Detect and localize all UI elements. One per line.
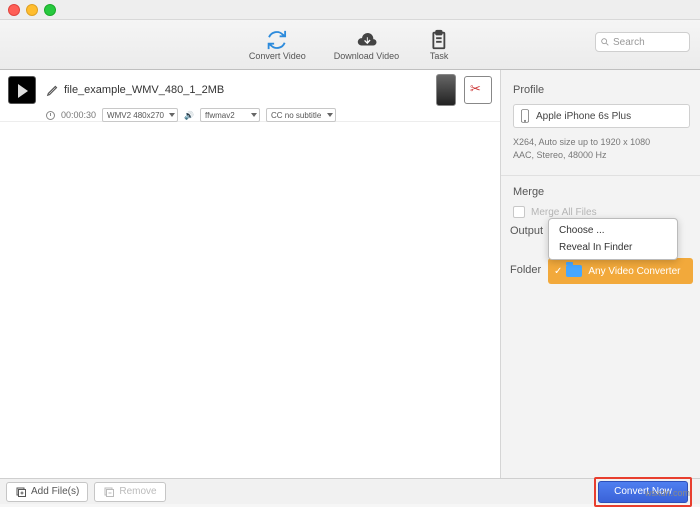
merge-label: Merge All Files [531,207,597,218]
checkbox-icon[interactable] [513,206,525,218]
search-icon [600,37,610,47]
play-thumbnail[interactable] [8,76,36,104]
video-edit-icon[interactable] [464,76,492,104]
output-folder-selected[interactable]: Any Video Converter [548,258,693,284]
codec-select[interactable]: WMV2 480x270 [102,108,178,122]
output-folder-name: Any Video Converter [588,266,680,277]
folder-label: Folder [510,264,541,276]
file-duration: 00:00:30 [61,110,96,120]
folder-icon [566,265,582,277]
search-placeholder: Search [613,37,645,48]
merge-title: Merge [513,186,690,198]
toolbar-download-video[interactable]: Download Video [334,29,399,61]
profile-select[interactable]: Apple iPhone 6s Plus [513,104,690,128]
audio-select[interactable]: ffwmav2 [200,108,260,122]
toolbar-task[interactable]: Task [427,29,451,61]
menu-reveal[interactable]: Reveal In Finder [549,239,677,256]
clock-icon [46,111,55,120]
toolbar-download-label: Download Video [334,51,399,61]
profile-value: Apple iPhone 6s Plus [536,111,631,122]
output-context-menu: Choose ... Reveal In Finder [548,218,678,260]
volume-icon [184,110,194,120]
search-input[interactable]: Search [595,32,690,52]
bottom-bar: Add File(s) Remove Convert Now [0,478,700,504]
profile-title: Profile [513,84,690,96]
remove-button[interactable]: Remove [94,482,165,502]
toolbar-task-label: Task [430,51,449,61]
add-files-button[interactable]: Add File(s) [6,482,88,502]
output-title: Output [510,225,543,237]
cloud-download-icon [354,29,378,51]
menu-choose[interactable]: Choose ... [549,222,677,239]
device-preview-icon[interactable] [436,74,456,106]
clipboard-icon [427,29,451,51]
watermark: wsxdn.com [645,488,690,498]
add-icon [15,486,27,498]
file-name: file_example_WMV_480_1_2MB [64,84,224,96]
phone-icon [520,109,530,123]
profile-info: X264, Auto size up to 1920 x 1080 AAC, S… [513,136,690,161]
refresh-icon [265,29,289,51]
remove-icon [103,486,115,498]
merge-checkbox-row[interactable]: Merge All Files [513,206,690,218]
file-item[interactable]: file_example_WMV_480_1_2MB 00:00:30 WMV2… [0,70,500,122]
toolbar-convert-video[interactable]: Convert Video [249,29,306,61]
subtitle-select[interactable]: CC no subtitle [266,108,336,122]
edit-icon[interactable] [46,83,60,97]
minimize-button[interactable] [26,4,38,16]
titlebar [0,0,700,20]
maximize-button[interactable] [44,4,56,16]
toolbar-convert-label: Convert Video [249,51,306,61]
toolbar: Convert Video Download Video Task Search [0,20,700,70]
file-list: file_example_WMV_480_1_2MB 00:00:30 WMV2… [0,70,500,478]
close-button[interactable] [8,4,20,16]
